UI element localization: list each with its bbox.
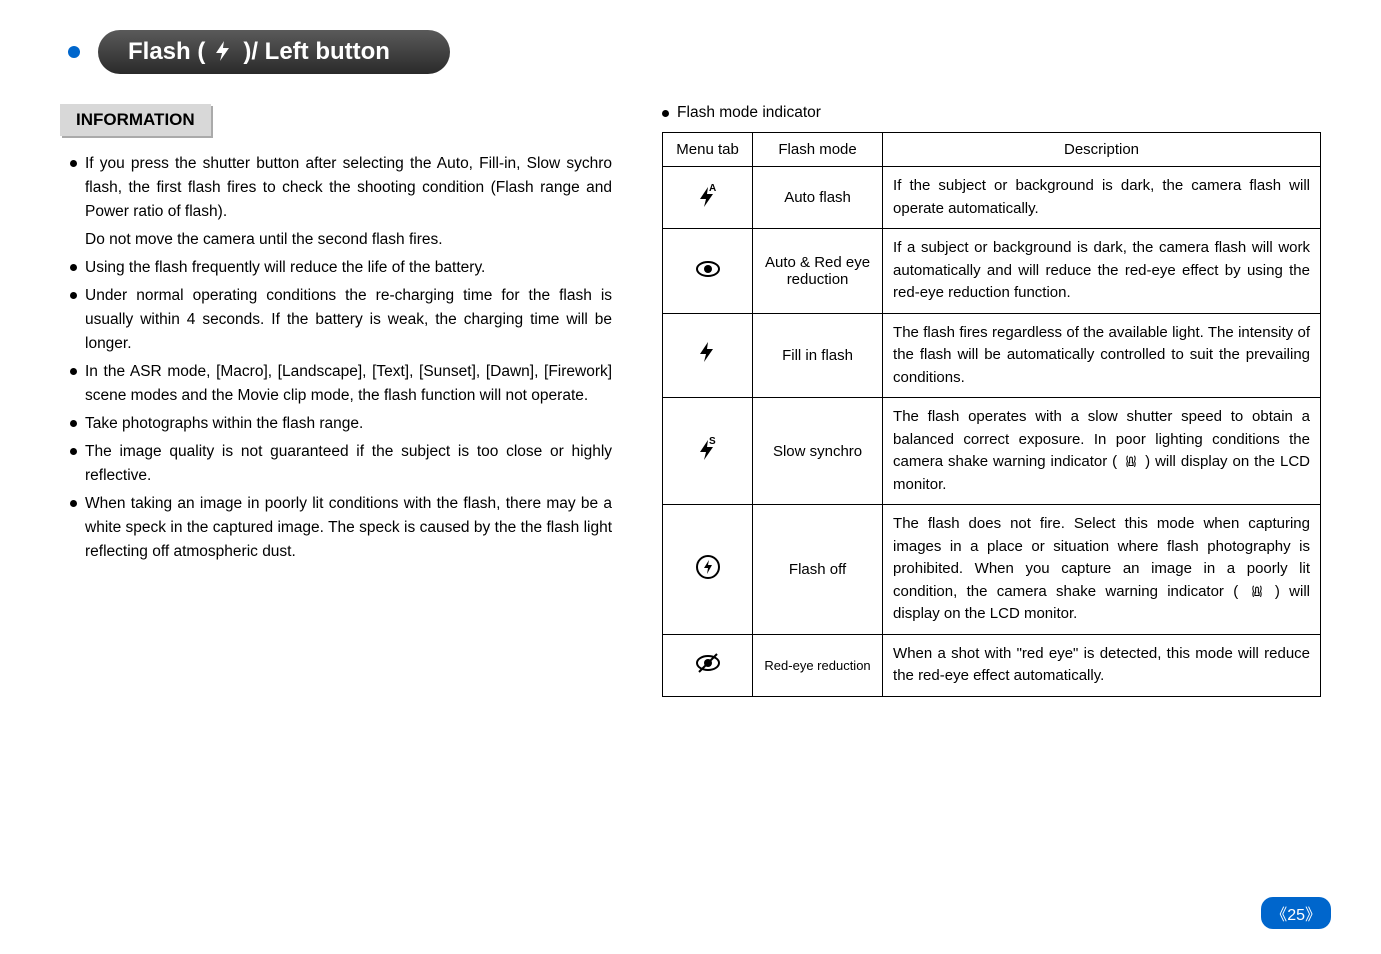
info-item: In the ASR mode, [Macro], [Landscape], [… <box>70 360 612 408</box>
info-text: The image quality is not guaranteed if t… <box>85 440 612 488</box>
flash-bolt-icon <box>211 39 237 65</box>
cell-icon <box>663 634 753 696</box>
info-item: When taking an image in poorly lit condi… <box>70 492 612 564</box>
bullet-icon <box>70 420 77 427</box>
cell-desc: When a shot with "red eye" is detected, … <box>883 634 1321 696</box>
cell-icon <box>663 398 753 505</box>
shake-warning-icon <box>1122 453 1140 471</box>
info-text: Using the flash frequently will reduce t… <box>85 256 485 280</box>
cell-desc: The flash operates with a slow shutter s… <box>883 398 1321 505</box>
title-prefix: Flash ( <box>128 38 205 66</box>
fill-flash-icon <box>695 340 721 366</box>
cell-desc: If a subject or background is dark, the … <box>883 229 1321 314</box>
table-header-row: Menu tab Flash mode Description <box>663 133 1321 167</box>
cell-icon <box>663 229 753 314</box>
info-text: When taking an image in poorly lit condi… <box>85 492 612 564</box>
table-row: Auto & Red eye reduction If a subject or… <box>663 229 1321 314</box>
cell-icon <box>663 167 753 229</box>
table-row: Red-eye reduction When a shot with "red … <box>663 634 1321 696</box>
info-item: Take photographs within the flash range. <box>70 412 612 436</box>
cell-mode: Flash off <box>753 505 883 635</box>
info-heading: INFORMATION <box>60 104 211 136</box>
title-bar: Flash ( )/ Left button <box>60 30 1321 74</box>
bullet-icon <box>70 264 77 271</box>
info-text: If you press the shutter button after se… <box>85 152 612 224</box>
cell-desc: The flash fires regardless of the availa… <box>883 313 1321 398</box>
red-eye-icon <box>695 256 721 282</box>
cell-mode: Auto & Red eye reduction <box>753 229 883 314</box>
bullet-icon <box>70 160 77 167</box>
title-dot-icon <box>60 38 88 66</box>
th-desc: Description <box>883 133 1321 167</box>
info-text: In the ASR mode, [Macro], [Landscape], [… <box>85 360 612 408</box>
page-number: 《25》 <box>1261 897 1331 929</box>
info-text: Take photographs within the flash range. <box>85 412 363 436</box>
table-caption: Flash mode indicator <box>662 104 1321 122</box>
shake-warning-icon <box>1248 583 1266 601</box>
bullet-icon <box>662 110 669 117</box>
table-row: Flash off The flash does not fire. Selec… <box>663 505 1321 635</box>
info-item: Under normal operating conditions the re… <box>70 284 612 356</box>
info-item: The image quality is not guaranteed if t… <box>70 440 612 488</box>
cell-mode: Red-eye reduction <box>753 634 883 696</box>
th-menu: Menu tab <box>663 133 753 167</box>
bullet-icon <box>70 368 77 375</box>
table-caption-text: Flash mode indicator <box>677 104 821 122</box>
cell-mode: Slow synchro <box>753 398 883 505</box>
title-suffix: )/ Left button <box>243 38 390 66</box>
slow-sync-icon <box>695 436 721 462</box>
table-row: Fill in flash The flash fires regardless… <box>663 313 1321 398</box>
bullet-icon <box>70 500 77 507</box>
bullet-icon <box>70 292 77 299</box>
page-title: Flash ( )/ Left button <box>98 30 450 74</box>
flash-mode-table: Menu tab Flash mode Description Auto fla… <box>662 132 1321 697</box>
info-text: Under normal operating conditions the re… <box>85 284 612 356</box>
cell-mode: Auto flash <box>753 167 883 229</box>
cell-icon <box>663 313 753 398</box>
cell-desc: The flash does not fire. Select this mod… <box>883 505 1321 635</box>
cell-icon <box>663 505 753 635</box>
info-column: INFORMATION If you press the shutter but… <box>60 104 622 697</box>
red-eye-fix-icon <box>695 650 721 676</box>
bullet-icon <box>70 448 77 455</box>
info-item: If you press the shutter button after se… <box>70 152 612 224</box>
th-mode: Flash mode <box>753 133 883 167</box>
table-row: Slow synchro The flash operates with a s… <box>663 398 1321 505</box>
flash-auto-icon <box>695 183 721 209</box>
flash-off-icon <box>695 554 721 580</box>
cell-mode: Fill in flash <box>753 313 883 398</box>
info-subline: Do not move the camera until the second … <box>85 228 612 252</box>
table-column: Flash mode indicator Menu tab Flash mode… <box>662 104 1321 697</box>
info-item: Using the flash frequently will reduce t… <box>70 256 612 280</box>
table-row: Auto flash If the subject or background … <box>663 167 1321 229</box>
cell-desc: If the subject or background is dark, th… <box>883 167 1321 229</box>
